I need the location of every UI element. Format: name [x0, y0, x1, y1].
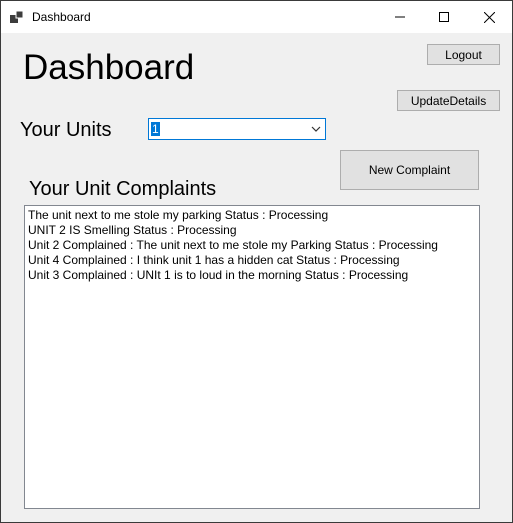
close-icon: [483, 11, 495, 23]
close-button[interactable]: [466, 1, 512, 33]
chevron-down-icon: [311, 126, 321, 132]
complaints-label: Your Unit Complaints: [29, 178, 217, 200]
list-item[interactable]: UNIT 2 IS Smelling Status : Processing: [28, 223, 476, 238]
maximize-icon: [439, 12, 449, 22]
units-dropdown[interactable]: 1: [148, 118, 326, 140]
new-complaint-button[interactable]: New Complaint: [340, 150, 479, 190]
list-item[interactable]: Unit 4 Complained : I think unit 1 has a…: [28, 253, 476, 268]
minimize-icon: [395, 16, 405, 18]
dashboard-window: Dashboard Dashboard Logout UpdateDetails…: [0, 0, 513, 523]
app-icon: [10, 10, 24, 23]
maximize-button[interactable]: [421, 1, 467, 33]
update-details-button[interactable]: UpdateDetails: [397, 90, 500, 111]
list-item[interactable]: Unit 3 Complained : UNIt 1 is to loud in…: [28, 268, 476, 283]
complaints-list[interactable]: The unit next to me stole my parking Sta…: [24, 205, 480, 509]
minimize-button[interactable]: [377, 1, 423, 33]
units-dropdown-value: 1: [151, 122, 160, 136]
title-bar: Dashboard: [1, 1, 512, 33]
page-title: Dashboard: [23, 48, 195, 87]
list-item[interactable]: Unit 2 Complained : The unit next to me …: [28, 238, 476, 253]
window-title: Dashboard: [32, 10, 91, 24]
logout-button[interactable]: Logout: [427, 44, 500, 65]
list-item[interactable]: The unit next to me stole my parking Sta…: [28, 208, 476, 223]
your-units-label: Your Units: [20, 119, 112, 141]
